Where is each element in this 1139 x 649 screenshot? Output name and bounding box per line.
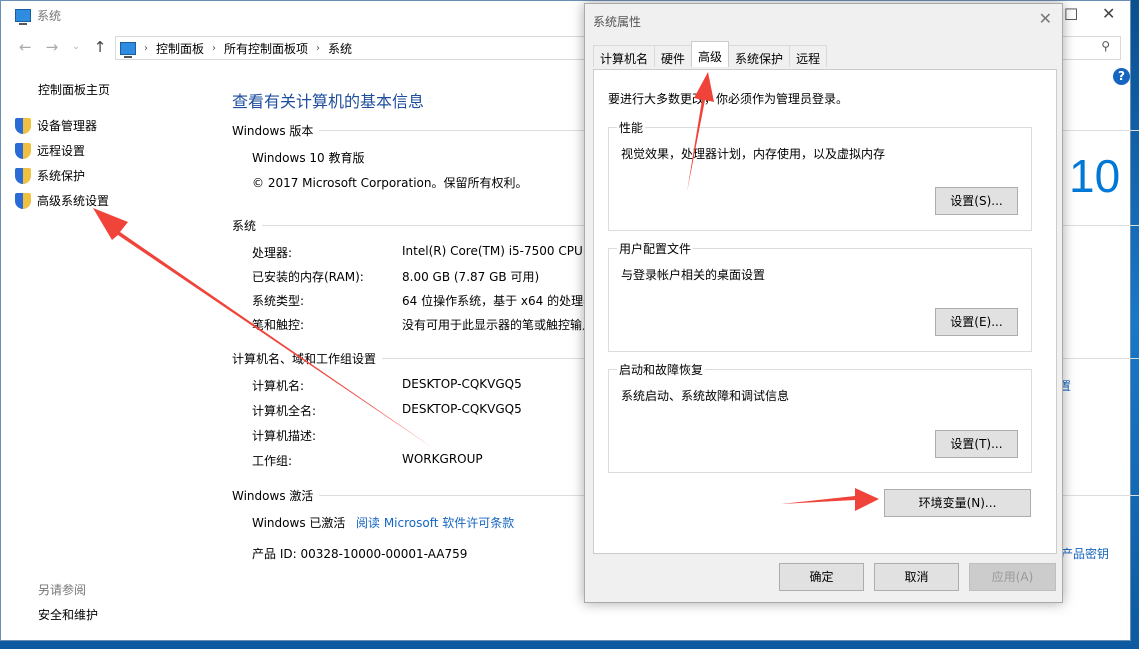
sidebar-item-label: 远程设置 [37,142,85,159]
breadcrumb-item[interactable]: 所有控制面板项 [224,40,308,57]
tab-remote[interactable]: 远程 [789,45,827,67]
system-properties-dialog: 系统属性 ✕ 计算机名 硬件 高级 系统保护 远程 要进行大多数更改，你必须作为… [584,3,1063,603]
license-link[interactable]: 阅读 Microsoft 软件许可条款 [356,514,514,531]
group-title: 性能 [617,119,645,136]
group-desc: 系统启动、系统故障和调试信息 [621,387,789,404]
sidebar-item-remote[interactable]: 远程设置 [15,138,109,163]
user-profiles-group: 用户配置文件 与登录帐户相关的桌面设置 设置(E)... [608,248,1032,352]
tab-system-protection[interactable]: 系统保护 [728,45,790,67]
sidebar-item-label: 设备管理器 [37,117,97,134]
startup-settings-button[interactable]: 设置(T)... [935,430,1018,458]
tab-advanced[interactable]: 高级 [691,41,729,67]
page-title: 查看有关计算机的基本信息 [232,88,424,112]
startup-recovery-group: 启动和故障恢复 系统启动、系统故障和调试信息 设置(T)... [608,369,1032,473]
sidebar-item-device-manager[interactable]: 设备管理器 [15,113,109,138]
search-icon[interactable]: ⚲ [1101,39,1110,53]
sidebar-item-advanced[interactable]: 高级系统设置 [15,188,109,213]
dialog-title: 系统属性 [593,13,641,30]
section-computer: 计算机名、域和工作组设置 [232,350,376,367]
breadcrumb-item[interactable]: 系统 [328,40,352,57]
forward-button[interactable]: → [46,38,59,56]
sidebar-home[interactable]: 控制面板主页 [15,81,110,98]
title-bar: 系统 [15,7,61,24]
copyright: © 2017 Microsoft Corporation。保留所有权利。 [252,174,527,191]
close-button[interactable]: ✕ [1102,4,1115,23]
security-maintenance-link[interactable]: 安全和维护 [38,606,98,623]
row-label: 已安装的内存(RAM): [252,268,364,285]
group-desc: 与登录帐户相关的桌面设置 [621,266,765,283]
tab-hardware[interactable]: 硬件 [654,45,692,67]
window-title: 系统 [37,7,61,24]
sidebar-item-label: 系统保护 [37,167,85,184]
ok-button[interactable]: 确定 [779,563,864,591]
row-label: 处理器: [252,244,292,261]
group-desc: 视觉效果，处理器计划，内存使用，以及虚拟内存 [621,145,885,162]
row-value: 64 位操作系统，基于 x64 的处理器 [402,292,595,309]
row-label: 计算机名: [252,377,304,394]
admin-note: 要进行大多数更改，你必须作为管理员登录。 [608,90,848,107]
help-icon[interactable]: ? [1113,68,1130,85]
group-title: 用户配置文件 [617,240,693,257]
computer-icon [15,9,31,22]
environment-variables-button[interactable]: 环境变量(N)... [884,489,1031,517]
tab-bar: 计算机名 硬件 高级 系统保护 远程 [593,45,826,67]
row-value: 8.00 GB (7.87 GB 可用) [402,268,539,285]
row-label: 系统类型: [252,292,304,309]
shield-icon [15,193,31,209]
section-edition: Windows 版本 [232,122,313,139]
apply-button[interactable]: 应用(A) [969,563,1056,591]
cancel-button[interactable]: 取消 [874,563,959,591]
performance-group: 性能 视觉效果，处理器计划，内存使用，以及虚拟内存 设置(S)... [608,127,1032,231]
windows-logo-text: 10 [1069,149,1120,203]
breadcrumb-item[interactable]: 控制面板 [156,40,204,57]
sidebar-item-protection[interactable]: 系统保护 [15,163,109,188]
edition: Windows 10 教育版 [252,149,364,166]
row-value: DESKTOP-CQKVGQ5 [402,377,522,391]
dialog-close-button[interactable]: ✕ [1039,9,1052,28]
tab-computer-name[interactable]: 计算机名 [593,45,655,67]
row-value: 没有可用于此显示器的笔或触控输入 [402,316,594,333]
row-label: 计算机全名: [252,402,316,419]
sidebar-item-label: 高级系统设置 [37,192,109,209]
advanced-panel: 要进行大多数更改，你必须作为管理员登录。 性能 视觉效果，处理器计划，内存使用，… [593,69,1057,554]
computer-icon [120,42,136,55]
row-value: DESKTOP-CQKVGQ5 [402,402,522,416]
product-id: 产品 ID: 00328-10000-00001-AA759 [252,545,467,562]
section-system: 系统 [232,217,256,234]
shield-icon [15,143,31,159]
shield-icon [15,168,31,184]
back-button[interactable]: ← [19,38,32,56]
sidebar: 设备管理器 远程设置 系统保护 高级系统设置 [15,113,109,213]
row-value: WORKGROUP [402,452,483,466]
change-product-key-link[interactable]: 产品密钥 [1061,545,1109,562]
recent-dropdown[interactable]: ⌄ [72,42,80,56]
group-title: 启动和故障恢复 [617,361,705,378]
row-value: Intel(R) Core(TM) i5-7500 CPU [402,244,583,258]
performance-settings-button[interactable]: 设置(S)... [935,187,1018,215]
row-label: 笔和触控: [252,316,304,333]
up-button[interactable]: ↑ [94,38,107,56]
section-activation: Windows 激活 [232,487,313,504]
shield-icon [15,118,31,134]
user-profiles-settings-button[interactable]: 设置(E)... [935,308,1018,336]
row-label: 工作组: [252,452,292,469]
row-label: 计算机描述: [252,427,316,444]
activation-status: Windows 已激活 [252,514,345,531]
see-also-label: 另请参阅 [38,581,86,598]
sidebar-home-label: 控制面板主页 [38,83,110,97]
maximize-button[interactable]: ☐ [1064,5,1078,24]
